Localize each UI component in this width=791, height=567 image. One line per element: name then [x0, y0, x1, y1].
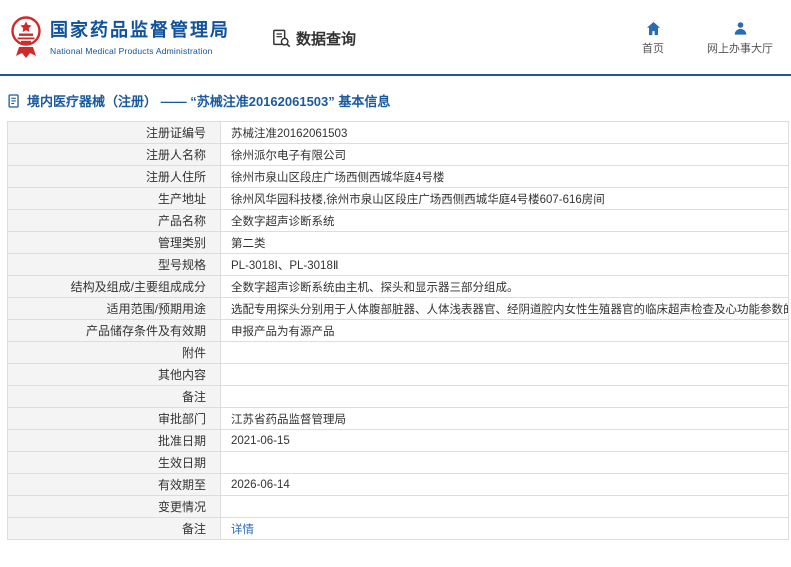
table-row: 型号规格 PL-3018Ⅰ、PL-3018Ⅱ	[7, 253, 789, 276]
row-value	[220, 451, 789, 474]
row-value: 2021-06-15	[220, 429, 789, 452]
row-value: 徐州派尔电子有限公司	[220, 143, 789, 166]
row-value: 徐州市泉山区段庄广场西侧西城华庭4号楼	[220, 165, 789, 188]
table-row: 适用范围/预期用途 选配专用探头分别用于人体腹部脏器、人体浅表器官、经阴道腔内女性…	[7, 297, 789, 320]
table-row: 审批部门 江苏省药品监督管理局	[7, 407, 789, 430]
header-nav: 首页 网上办事大厅	[633, 21, 773, 56]
row-label: 生效日期	[7, 451, 221, 474]
site-header: 国家药品监督管理局 National Medical Products Admi…	[0, 0, 791, 74]
row-label: 结构及组成/主要组成成分	[7, 275, 221, 298]
table-row: 产品储存条件及有效期 申报产品为有源产品	[7, 319, 789, 342]
row-label: 附件	[7, 341, 221, 364]
table-row: 变更情况	[7, 495, 789, 518]
table-row: 附件	[7, 341, 789, 364]
table-row: 生产地址 徐州风华园科技楼,徐州市泉山区段庄广场西侧西城华庭4号楼607-616房…	[7, 187, 789, 210]
page-title: 境内医疗器械（注册） —— “苏械注准20162061503” 基本信息	[0, 76, 791, 121]
row-label: 产品名称	[7, 209, 221, 232]
row-label: 其他内容	[7, 363, 221, 386]
home-icon	[646, 21, 661, 36]
row-label: 型号规格	[7, 253, 221, 276]
row-value: 2026-06-14	[220, 473, 789, 496]
row-value: 第二类	[220, 231, 789, 254]
row-label: 变更情况	[7, 495, 221, 518]
data-query-label: 数据查询	[296, 30, 357, 48]
row-label: 批准日期	[7, 429, 221, 452]
row-label: 产品储存条件及有效期	[7, 319, 221, 342]
row-value: 详情	[220, 517, 789, 540]
row-label: 注册人名称	[7, 143, 221, 166]
row-value: 全数字超声诊断系统由主机、探头和显示器三部分组成。	[220, 275, 789, 298]
table-row: 批准日期 2021-06-15	[7, 429, 789, 452]
row-value: 申报产品为有源产品	[220, 319, 789, 342]
table-row: 备注 详情	[7, 517, 789, 540]
user-icon	[733, 21, 748, 36]
table-row: 其他内容	[7, 363, 789, 386]
table-row: 管理类别 第二类	[7, 231, 789, 254]
row-label: 适用范围/预期用途	[7, 297, 221, 320]
row-value	[220, 385, 789, 408]
row-value: 江苏省药品监督管理局	[220, 407, 789, 430]
row-value	[220, 495, 789, 518]
row-label: 注册证编号	[7, 121, 221, 144]
table-row: 注册人名称 徐州派尔电子有限公司	[7, 143, 789, 166]
nmpa-brand[interactable]: 国家药品监督管理局 National Medical Products Admi…	[10, 14, 230, 62]
row-label: 备注	[7, 385, 221, 408]
row-value: 全数字超声诊断系统	[220, 209, 789, 232]
registration-info-table: 注册证编号 苏械注准20162061503 注册人名称 徐州派尔电子有限公司 注册人住所…	[7, 121, 789, 540]
org-name-en: National Medical Products Administration	[50, 45, 213, 56]
row-label: 注册人住所	[7, 165, 221, 188]
nav-service-hall-label: 网上办事大厅	[707, 42, 773, 55]
row-label: 生产地址	[7, 187, 221, 210]
nav-home-label: 首页	[642, 42, 664, 55]
national-emblem-logo	[10, 14, 42, 62]
row-value: PL-3018Ⅰ、PL-3018Ⅱ	[220, 253, 789, 276]
row-value: 徐州风华园科技楼,徐州市泉山区段庄广场西侧西城华庭4号楼607-616房间	[220, 187, 789, 210]
data-query-icon	[272, 29, 291, 48]
document-icon	[8, 93, 21, 108]
table-row: 有效期至 2026-06-14	[7, 473, 789, 496]
nav-home[interactable]: 首页	[633, 21, 673, 56]
table-row: 备注	[7, 385, 789, 408]
row-value: 苏械注准20162061503	[220, 121, 789, 144]
table-row: 注册证编号 苏械注准20162061503	[7, 121, 789, 144]
row-label: 审批部门	[7, 407, 221, 430]
row-value: 选配专用探头分别用于人体腹部脏器、人体浅表器官、经阴道腔内女性生殖器官的临床超声…	[220, 297, 789, 320]
table-row: 产品名称 全数字超声诊断系统	[7, 209, 789, 232]
row-value	[220, 363, 789, 386]
data-query-heading[interactable]: 数据查询	[272, 28, 356, 49]
row-label: 管理类别	[7, 231, 221, 254]
table-row: 注册人住所 徐州市泉山区段庄广场西侧西城华庭4号楼	[7, 165, 789, 188]
table-row: 结构及组成/主要组成成分 全数字超声诊断系统由主机、探头和显示器三部分组成。	[7, 275, 789, 298]
row-label: 有效期至	[7, 473, 221, 496]
org-name-cn: 国家药品监督管理局	[50, 20, 230, 41]
table-row: 生效日期	[7, 451, 789, 474]
row-value	[220, 341, 789, 364]
detail-link[interactable]: 详情	[231, 524, 254, 536]
nav-service-hall[interactable]: 网上办事大厅	[707, 21, 773, 56]
row-label: 备注	[7, 517, 221, 540]
registration-info-table-body: 注册证编号 苏械注准20162061503 注册人名称 徐州派尔电子有限公司 注册人住所…	[7, 121, 789, 540]
page-title-text: 境内医疗器械（注册） —— “苏械注准20162061503” 基本信息	[27, 94, 391, 109]
